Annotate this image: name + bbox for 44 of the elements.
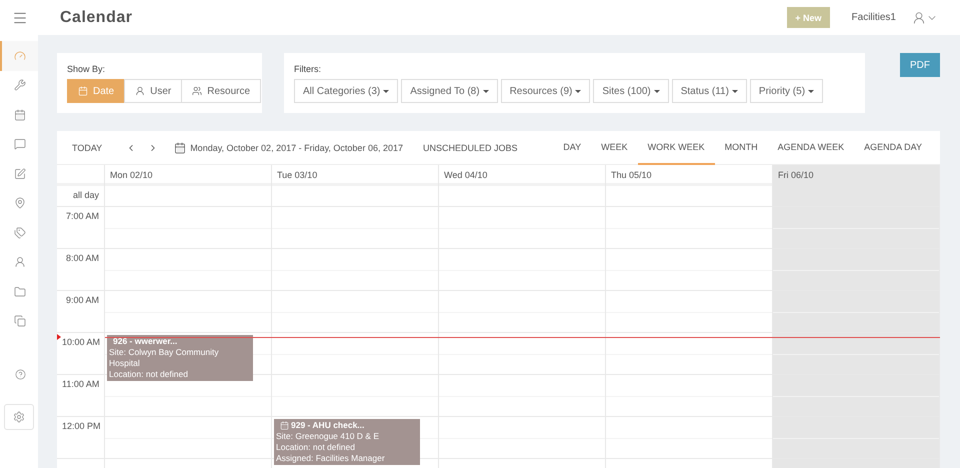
time-label: 7:00 AM [57, 207, 104, 249]
show-by-label: Show By: [67, 64, 106, 74]
day-header: Tue 03/10 [272, 165, 438, 186]
date-range: Monday, October 02, 2017 - Friday, October 06, 2017 [190, 142, 403, 152]
filter-dropdown[interactable]: Assigned To (8) [401, 79, 498, 103]
time-label: 12:00 PM [57, 417, 104, 459]
calendar-icon[interactable] [174, 142, 186, 154]
time-label: 8:00 AM [57, 249, 104, 291]
settings-icon[interactable] [4, 404, 34, 430]
day-header: Thu 05/10 [606, 165, 772, 186]
event-card[interactable]: 926 - wwerwer... Site: Colwyn Bay Community Hospital Location: not defined [107, 335, 254, 381]
gauge-icon[interactable] [0, 41, 38, 70]
filter-dropdown[interactable]: Sites (100) [593, 79, 669, 103]
day-header: Fri 06/10 [773, 165, 939, 186]
time-label: 9:00 AM [57, 291, 104, 333]
view-tab[interactable]: AGENDA DAY [854, 131, 932, 164]
current-time-marker [57, 334, 61, 340]
show-by-option[interactable]: User [124, 79, 182, 103]
calendar-icon [78, 86, 88, 96]
time-label: 11:00 AM [57, 375, 104, 417]
calendar-icon [280, 421, 289, 430]
user-name: Facilities1 [852, 12, 896, 23]
view-tab[interactable]: DAY [553, 131, 592, 164]
page-title: Calendar [60, 8, 132, 26]
filter-dropdown[interactable]: Priority (5) [750, 79, 824, 103]
today-button[interactable]: TODAY [72, 142, 102, 152]
user-icon [135, 86, 146, 96]
user-menu-icon[interactable] [912, 10, 938, 24]
show-by-option[interactable]: Resource [181, 79, 262, 103]
day-header: Mon 02/10 [105, 165, 271, 186]
filter-dropdown[interactable]: All Categories (3) [294, 79, 398, 103]
pdf-button[interactable]: PDF [900, 53, 940, 77]
users-icon [192, 86, 202, 96]
all-day-label: all day [57, 186, 104, 207]
view-tab[interactable]: MONTH [714, 131, 768, 164]
unscheduled-jobs-link[interactable]: UNSCHEDULED JOBS [422, 142, 518, 152]
event-card[interactable]: 929 - AHU check... Site: Greenogue 410 D & E Location: not defined Assigned: Facilities Manager [274, 419, 420, 465]
time-label: 10:00 AM [57, 333, 104, 375]
view-tab[interactable]: AGENDA WEEK [768, 131, 854, 164]
filters-label: Filters: [294, 64, 322, 74]
day-header: Wed 04/10 [439, 165, 605, 186]
filter-dropdown[interactable]: Resources (9) [500, 79, 590, 103]
view-tab[interactable]: WEEK [591, 131, 638, 164]
filter-dropdown[interactable]: Status (11) [672, 79, 747, 103]
